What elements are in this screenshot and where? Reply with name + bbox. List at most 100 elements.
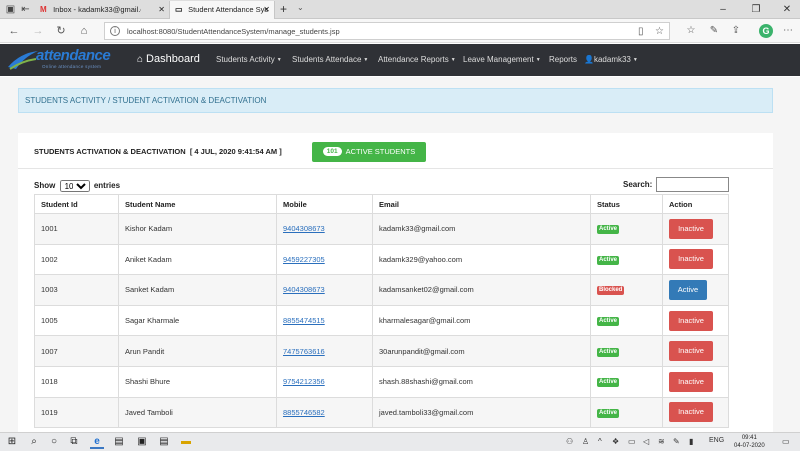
status-badge: Active xyxy=(597,378,620,388)
status-badge: Active xyxy=(597,408,620,418)
clock[interactable]: 09:41 04-07-2020 xyxy=(734,434,765,450)
tab-student-attendance[interactable]: ▭ Student Attendance Sys ✕ xyxy=(169,1,275,19)
info-icon[interactable]: i xyxy=(110,26,120,36)
url-field[interactable]: i localhost:8080/StudentAttendanceSystem… xyxy=(104,22,670,40)
menu-students-attendance[interactable]: Students Attendace ▼ xyxy=(292,55,368,64)
menu-leave-management[interactable]: Leave Management ▼ xyxy=(463,55,541,64)
deactivate-button[interactable]: Inactive xyxy=(669,218,713,239)
cell-status: Active xyxy=(590,243,663,276)
minimize-icon[interactable]: – xyxy=(712,1,734,18)
cell-status: Active xyxy=(590,213,663,245)
pen-icon[interactable]: ✎ xyxy=(673,437,680,446)
new-tab-icon[interactable]: + xyxy=(280,1,287,17)
menu-students-activity[interactable]: Students Activity ▼ xyxy=(216,55,282,64)
cell-email: kadamk329@yahoo.com xyxy=(372,243,591,276)
cell-action: Inactive xyxy=(662,365,729,398)
mobile-link[interactable]: 9404308673 xyxy=(283,285,325,294)
share-icon[interactable]: ⇪ xyxy=(729,24,743,38)
deactivate-button[interactable]: Inactive xyxy=(669,402,713,423)
volume-icon[interactable]: ◁ xyxy=(643,437,649,446)
search-icon[interactable]: ⌕ xyxy=(27,435,41,449)
network-icon[interactable]: ▭ xyxy=(628,437,636,446)
user-tray-icon[interactable]: ♙ xyxy=(582,437,589,446)
mobile-link[interactable]: 8855474515 xyxy=(283,316,325,325)
deactivate-button[interactable]: Inactive xyxy=(669,371,713,392)
cell-name: Kishor Kadam xyxy=(118,213,277,245)
app-icon[interactable]: ▣ xyxy=(135,435,149,449)
terminal-icon[interactable]: ▤ xyxy=(112,435,126,449)
favorite-star-icon[interactable]: ☆ xyxy=(655,24,664,39)
back-tabs-icon[interactable]: ⇤ xyxy=(19,3,32,16)
tab-actions-icon[interactable]: ▣ xyxy=(4,3,17,16)
windows-start-icon[interactable]: ⊞ xyxy=(5,435,19,449)
language-indicator[interactable]: ENG xyxy=(709,437,724,444)
col-mobile[interactable]: Mobile xyxy=(276,194,373,214)
col-student-name[interactable]: Student Name xyxy=(118,194,277,214)
search-input[interactable] xyxy=(656,177,729,192)
col-action[interactable]: Action xyxy=(662,194,729,214)
deactivate-button[interactable]: Inactive xyxy=(669,249,713,270)
chevron-up-icon[interactable]: ^ xyxy=(598,437,602,446)
clock-time: 09:41 xyxy=(741,435,757,441)
mobile-link[interactable]: 9459227305 xyxy=(283,255,325,264)
col-email[interactable]: Email xyxy=(372,194,591,214)
cell-email: kadamsanket02@gmail.com xyxy=(372,274,591,306)
back-icon[interactable]: ← xyxy=(7,24,21,38)
entries-label: entries xyxy=(93,181,121,191)
cell-email: 30arunpandit@gmail.com xyxy=(372,335,591,367)
folder-icon[interactable]: ▬ xyxy=(179,435,193,449)
windows-taskbar: ⊞ ⌕ ○ ⧉ e ▤ ▣ ▤ ▬ ⚇ ♙ ^ ❖ ▭ ◁ ≋ ✎ ▮ ENG … xyxy=(0,432,800,451)
maximize-icon[interactable]: ❐ xyxy=(745,1,767,18)
mobile-link[interactable]: 9754212356 xyxy=(283,377,325,386)
page-icon: ▭ xyxy=(175,5,183,14)
browser-tab-bar: ▣ ⇤ M Inbox - kadamk33@gmail.c ✕ ▭ Stude… xyxy=(0,0,800,19)
grammarly-icon[interactable]: G xyxy=(759,24,773,38)
cell-status: Active xyxy=(590,365,663,398)
terminal-icon[interactable]: ▤ xyxy=(157,435,171,449)
deactivate-button[interactable]: Inactive xyxy=(669,310,713,331)
app-logo[interactable]: attendance Online attendance system xyxy=(6,47,126,74)
more-icon[interactable]: ⋯ xyxy=(781,24,795,38)
cortana-icon[interactable]: ○ xyxy=(47,435,61,449)
deactivate-button[interactable]: Inactive xyxy=(669,341,713,362)
dropbox-icon[interactable]: ❖ xyxy=(612,437,619,446)
task-view-icon[interactable]: ⧉ xyxy=(67,435,81,449)
menu-reports[interactable]: Reports xyxy=(549,55,577,64)
battery-icon[interactable]: ▮ xyxy=(689,437,693,446)
dashboard-link[interactable]: ⌂ Dashboard xyxy=(137,53,200,65)
close-tab-icon[interactable]: ✕ xyxy=(158,1,165,19)
close-tab-icon[interactable]: ✕ xyxy=(263,1,270,19)
menu-attendance-reports[interactable]: Attendance Reports ▼ xyxy=(378,55,456,64)
close-window-icon[interactable]: ✕ xyxy=(776,1,798,18)
notifications-icon[interactable]: ▭ xyxy=(782,437,790,446)
status-badge: Active xyxy=(597,255,620,265)
activate-button[interactable]: Active xyxy=(669,279,707,300)
entries-select[interactable]: 10 xyxy=(59,180,90,192)
active-students-button[interactable]: 101 ACTIVE STUDENTS xyxy=(312,142,426,162)
refresh-icon[interactable]: ↻ xyxy=(54,24,68,38)
menu-user[interactable]: 👤kadamk33 ▼ xyxy=(584,55,638,64)
mobile-link[interactable]: 8855746582 xyxy=(283,408,325,417)
col-student-id[interactable]: Student Id xyxy=(34,194,119,214)
cell-email: javed.tamboli33@gmail.com xyxy=(372,396,591,429)
students-card: STUDENTS ACTIVATION & DEACTIVATION [ 4 J… xyxy=(18,133,773,435)
caret-down-icon: ▼ xyxy=(632,57,638,63)
table-row: 1002 Aniket Kadam 9459227305 kadamk329@y… xyxy=(34,243,729,276)
pen-icon[interactable]: ✎ xyxy=(707,24,721,38)
favorites-icon[interactable]: ☆ xyxy=(684,24,698,38)
cell-action: Inactive xyxy=(662,335,729,367)
forward-icon[interactable]: → xyxy=(31,24,45,38)
mobile-link[interactable]: 9404308673 xyxy=(283,224,325,233)
chevron-down-icon[interactable]: ⌄ xyxy=(297,3,304,12)
edge-browser-icon[interactable]: e xyxy=(90,435,104,449)
wifi-icon[interactable]: ≋ xyxy=(658,437,665,446)
cell-status: Active xyxy=(590,335,663,367)
col-status[interactable]: Status xyxy=(590,194,663,214)
home-icon[interactable]: ⌂ xyxy=(77,24,91,38)
reading-view-icon[interactable]: ▯ xyxy=(638,24,644,39)
people-icon[interactable]: ⚇ xyxy=(566,437,573,446)
mobile-link[interactable]: 7475763616 xyxy=(283,347,325,356)
logo-text: attendance xyxy=(36,47,111,64)
tab-inbox[interactable]: M Inbox - kadamk33@gmail.c ✕ xyxy=(35,1,169,19)
students-table: Student Id Student Name Mobile Email Sta… xyxy=(34,194,729,429)
